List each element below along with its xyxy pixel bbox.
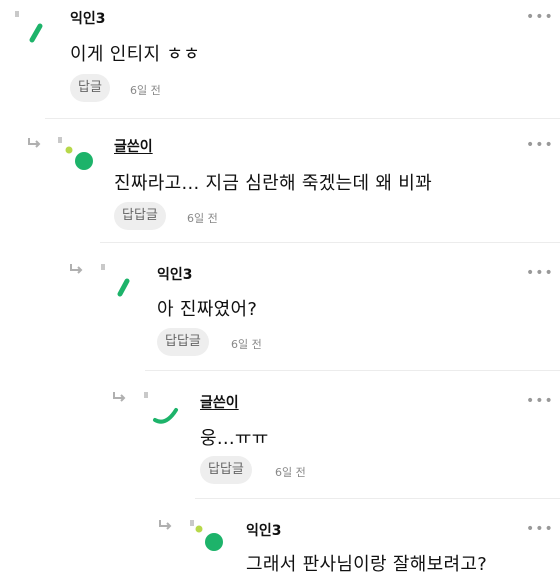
avatar bbox=[117, 278, 130, 297]
divider bbox=[195, 498, 560, 499]
comment-author[interactable]: 글쓴이 bbox=[200, 392, 239, 412]
marker-icon bbox=[15, 11, 19, 17]
marker-icon bbox=[101, 264, 105, 270]
more-options-icon[interactable]: ••• bbox=[526, 394, 554, 408]
more-options-icon[interactable]: ••• bbox=[526, 10, 554, 24]
comment-text: 진짜라고... 지금 심란해 죽겠는데 왜 비꽈 bbox=[114, 173, 432, 194]
comment-time: 6일 전 bbox=[130, 84, 161, 97]
comment-author[interactable]: 익인3 bbox=[246, 520, 282, 540]
comment-text: 아 진짜였어? bbox=[157, 299, 258, 320]
reply-arrow-icon bbox=[70, 264, 83, 274]
more-options-icon[interactable]: ••• bbox=[526, 266, 554, 280]
reply-arrow-icon bbox=[28, 138, 41, 148]
more-options-icon[interactable]: ••• bbox=[526, 522, 554, 536]
comment-author[interactable]: 익인3 bbox=[157, 264, 193, 284]
reply-button[interactable]: 답답글 bbox=[200, 456, 252, 484]
comment-author[interactable]: 익인3 bbox=[70, 8, 106, 28]
avatar bbox=[153, 408, 178, 424]
comment-time: 6일 전 bbox=[275, 466, 306, 479]
reply-arrow-icon bbox=[159, 520, 172, 530]
avatar bbox=[195, 525, 223, 551]
comment-time: 6일 전 bbox=[231, 338, 262, 351]
divider bbox=[100, 242, 560, 243]
comment-time: 6일 전 bbox=[187, 212, 218, 225]
avatar bbox=[65, 146, 93, 170]
divider bbox=[45, 118, 560, 119]
more-options-icon[interactable]: ••• bbox=[526, 138, 554, 152]
reply-arrow-icon bbox=[113, 392, 126, 402]
marker-icon bbox=[144, 392, 148, 398]
avatar bbox=[29, 23, 43, 43]
reply-button[interactable]: 답답글 bbox=[114, 202, 166, 230]
comment-author[interactable]: 글쓴이 bbox=[114, 136, 153, 156]
reply-button[interactable]: 답답글 bbox=[157, 328, 209, 356]
comment-text: 이게 인티지 ㅎㅎ bbox=[70, 44, 201, 65]
comment-text: 그래서 판사님이랑 잘해보려고? bbox=[246, 554, 488, 575]
divider bbox=[145, 370, 560, 371]
reply-button[interactable]: 답글 bbox=[70, 74, 110, 102]
comment-text: 웅...ㅠㅠ bbox=[200, 428, 269, 449]
